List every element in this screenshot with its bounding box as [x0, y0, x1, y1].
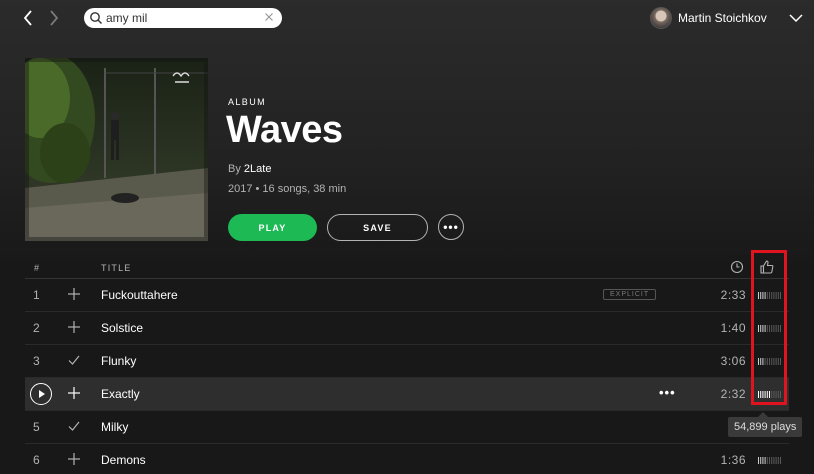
- popularity-bar[interactable]: [757, 457, 783, 464]
- track-row[interactable]: 3 Flunky 3:06: [25, 345, 789, 378]
- explicit-badge: EXPLICIT: [603, 289, 657, 300]
- album-cover: [25, 58, 208, 241]
- avatar: [650, 7, 672, 29]
- column-number[interactable]: #: [34, 263, 40, 273]
- popularity-column-highlight: [751, 250, 787, 405]
- search-box[interactable]: [84, 8, 282, 28]
- chevron-down-icon[interactable]: [788, 10, 804, 26]
- play-track-button[interactable]: [30, 383, 52, 405]
- plus-icon[interactable]: [67, 452, 81, 466]
- track-number: 1: [33, 288, 40, 302]
- track-list-header: # TITLE: [25, 256, 789, 279]
- track-duration: 2:33: [720, 288, 746, 302]
- check-icon[interactable]: [67, 353, 81, 367]
- more-icon: •••: [443, 220, 459, 234]
- user-name: Martin Stoichkov: [678, 11, 767, 25]
- track-title: Milky: [101, 420, 129, 434]
- track-title: Fuckouttahere: [101, 288, 178, 302]
- play-icon: [39, 390, 45, 398]
- track-number: 6: [33, 453, 40, 467]
- more-options-button[interactable]: •••: [438, 214, 464, 240]
- plus-icon[interactable]: [67, 287, 81, 301]
- album-artist-line: By 2Late: [228, 163, 271, 175]
- album-meta: 2017 • 16 songs, 38 min: [228, 183, 347, 195]
- track-title: Demons: [101, 453, 146, 467]
- play-button[interactable]: PLAY: [228, 214, 317, 241]
- track-row[interactable]: 6 Demons 1:36: [25, 444, 789, 474]
- track-title: Solstice: [101, 321, 144, 335]
- chevron-right-icon: [50, 10, 59, 26]
- track-title: Flunky: [101, 354, 137, 368]
- track-row[interactable]: 5Milky2: [25, 411, 789, 444]
- clock-icon[interactable]: [730, 260, 744, 274]
- track-duration: 3:06: [720, 354, 746, 368]
- track-row[interactable]: 1 Fuckouttahere EXPLICIT 2:33: [25, 279, 789, 312]
- column-title[interactable]: TITLE: [101, 263, 132, 273]
- plus-icon[interactable]: [67, 320, 81, 334]
- track-more-button[interactable]: •••: [659, 385, 676, 400]
- search-input[interactable]: [106, 9, 256, 27]
- plus-icon[interactable]: [67, 386, 81, 400]
- check-icon[interactable]: [67, 419, 81, 433]
- track-title: Exactly: [101, 387, 140, 401]
- album-title: Waves: [226, 109, 343, 151]
- artist-link[interactable]: 2Late: [244, 163, 272, 175]
- spotify-album-page: Martin Stoichkov: [0, 0, 814, 474]
- save-button[interactable]: SAVE: [327, 214, 428, 241]
- search-icon: [90, 12, 102, 24]
- track-row[interactable]: Exactly ••• 2:32: [25, 378, 789, 411]
- by-prefix: By: [228, 163, 241, 175]
- track-duration: 2:32: [720, 387, 746, 401]
- user-profile[interactable]: Martin Stoichkov: [650, 6, 767, 30]
- track-number: 5: [33, 420, 40, 434]
- chevron-left-icon: [23, 10, 32, 26]
- back-button[interactable]: [18, 8, 38, 28]
- track-row[interactable]: 2 Solstice 1:40: [25, 312, 789, 345]
- track-number: 2: [33, 321, 40, 335]
- album-cover-art: [25, 58, 208, 241]
- track-duration: 1:40: [720, 321, 746, 335]
- forward-button[interactable]: [44, 8, 64, 28]
- top-bar: Martin Stoichkov: [0, 0, 814, 36]
- track-number: 3: [33, 354, 40, 368]
- plays-tooltip: 54,899 plays: [728, 412, 803, 437]
- track-list: # TITLE 1 Fuckouttahere EXPLICIT 2:33 2 Solst…: [25, 256, 789, 474]
- track-duration: 1:36: [720, 453, 746, 467]
- clear-search-icon[interactable]: [263, 11, 275, 23]
